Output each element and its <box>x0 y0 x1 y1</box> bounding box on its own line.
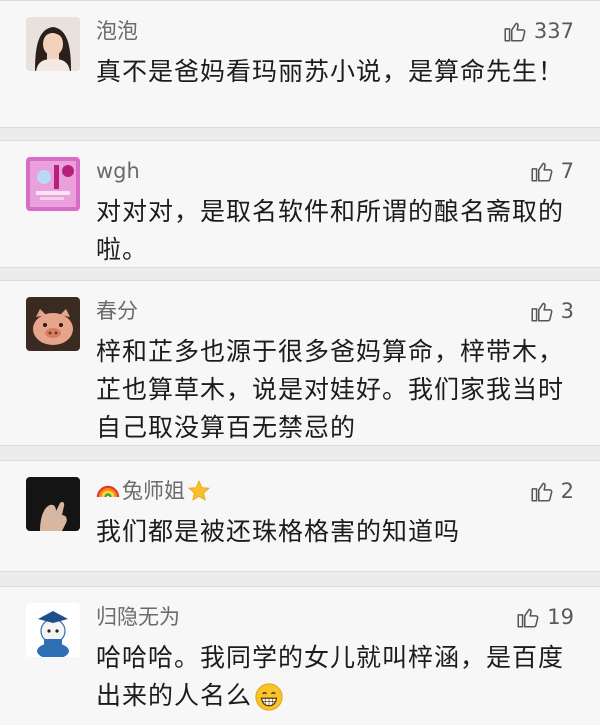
star-icon <box>188 480 210 501</box>
grinning-face-icon <box>255 683 283 711</box>
avatar-cartoon-icon <box>26 603 80 657</box>
avatar-pig-icon <box>26 297 80 351</box>
like-count: 337 <box>533 19 574 43</box>
comment-card: wgh 7 对对对，是取名软件和所谓的酿名斋取的啦。 <box>0 140 600 268</box>
comment-feed: 泡泡 337 真不是爸妈看玛丽苏小说，是算命先生！ wgh 7 对对对，是取名软… <box>0 0 600 725</box>
comment-card: 归隐无为 19 哈哈哈。我同学的女儿就叫梓涵，是百度出来的人名么 <box>0 586 600 725</box>
avatar[interactable] <box>26 297 80 351</box>
commenter-name[interactable]: wgh <box>96 157 140 185</box>
rainbow-icon <box>96 485 120 498</box>
thumbs-up-icon <box>517 608 539 628</box>
comment-card: 春分 3 梓和芷多也源于很多爸妈算命，梓带木，芷也算草木，说是对娃好。我们家我当… <box>0 280 600 446</box>
comment-card: 泡泡 337 真不是爸妈看玛丽苏小说，是算命先生！ <box>0 0 600 128</box>
avatar[interactable] <box>26 17 80 71</box>
like-button[interactable]: 19 <box>515 603 574 631</box>
avatar-pink-icon <box>26 157 80 211</box>
avatar-hand-icon <box>26 477 80 531</box>
like-count: 7 <box>560 159 574 183</box>
avatar[interactable] <box>26 603 80 657</box>
like-count: 3 <box>560 299 574 323</box>
avatar[interactable] <box>26 477 80 531</box>
comment-card: 兔师姐 2 我们都是被还珠格格害的知道吗 <box>0 460 600 572</box>
comment-text: 哈哈哈。我同学的女儿就叫梓涵，是百度出来的人名么 <box>96 639 576 715</box>
thumbs-up-icon <box>531 482 553 502</box>
commenter-name-label: 兔师姐 <box>122 479 185 503</box>
comment-text: 我们都是被还珠格格害的知道吗 <box>96 517 461 546</box>
comment-text-body: 哈哈哈。我同学的女儿就叫梓涵，是百度出来的人名么 <box>96 643 565 710</box>
like-button[interactable]: 2 <box>529 477 574 505</box>
comment-text: 真不是爸妈看玛丽苏小说，是算命先生！ <box>96 57 565 86</box>
avatar[interactable] <box>26 157 80 211</box>
commenter-name[interactable]: 兔师姐 <box>96 477 211 505</box>
comment-text: 对对对，是取名软件和所谓的酿名斋取的啦。 <box>96 197 565 264</box>
like-button[interactable]: 3 <box>529 297 574 325</box>
commenter-name[interactable]: 泡泡 <box>96 17 138 45</box>
like-button[interactable]: 7 <box>529 157 574 185</box>
thumbs-up-icon <box>504 22 526 42</box>
comment-text: 梓和芷多也源于很多爸妈算命，梓带木，芷也算草木，说是对娃好。我们家我当时自己取没… <box>96 337 565 442</box>
thumbs-up-icon <box>531 302 553 322</box>
like-count: 19 <box>547 605 574 629</box>
thumbs-up-icon <box>531 162 553 182</box>
commenter-name[interactable]: 归隐无为 <box>96 603 180 631</box>
like-button[interactable]: 337 <box>502 17 574 45</box>
commenter-name[interactable]: 春分 <box>96 297 138 325</box>
avatar-woman-icon <box>26 17 80 71</box>
like-count: 2 <box>560 479 574 503</box>
